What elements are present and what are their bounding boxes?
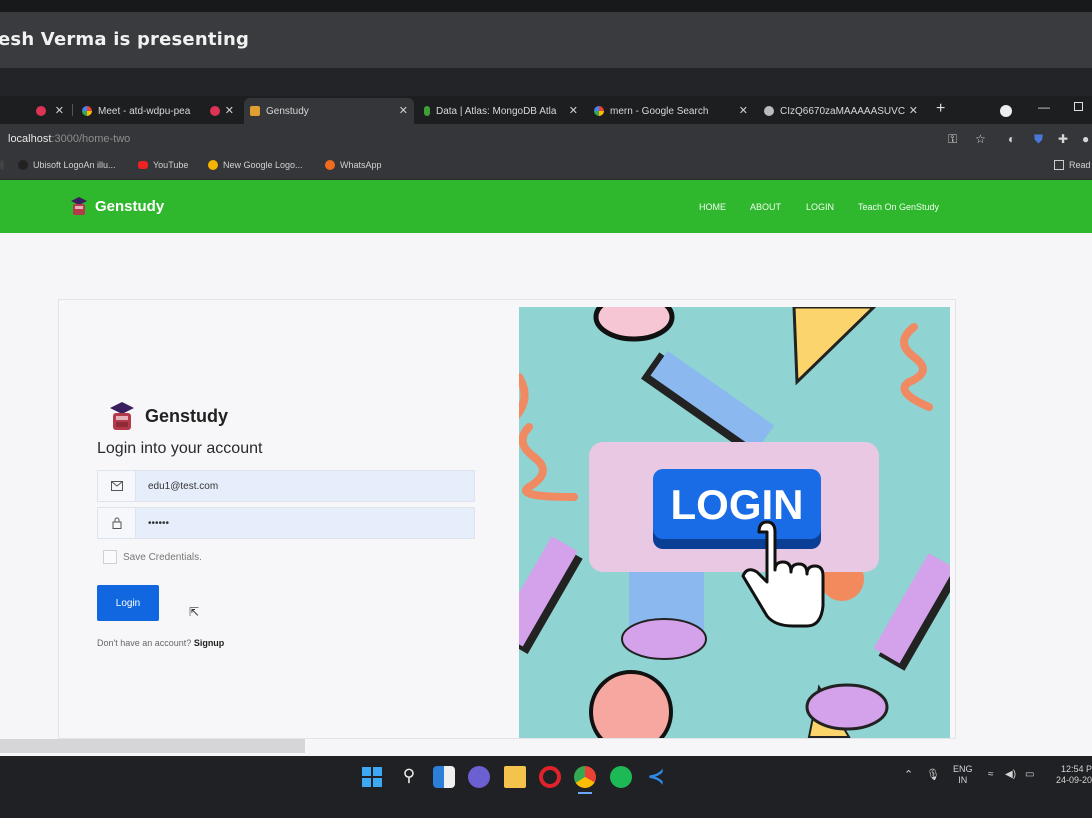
active-app-indicator bbox=[578, 792, 592, 794]
site-brand[interactable]: Genstudy bbox=[70, 196, 164, 216]
mail-icon bbox=[98, 471, 136, 501]
chrome-icon[interactable] bbox=[574, 766, 596, 788]
tab-favicon-icon bbox=[210, 106, 220, 116]
genstudy-logo-icon bbox=[71, 197, 87, 215]
save-credentials-checkbox[interactable] bbox=[103, 550, 117, 564]
volume-icon[interactable]: ◀) bbox=[1005, 769, 1016, 780]
reading-list-icon bbox=[1054, 160, 1064, 170]
nav-login[interactable]: LOGIN bbox=[806, 202, 834, 212]
youtube-icon bbox=[138, 161, 148, 169]
tab-image[interactable]: CIzQ6670zaMAAAAASUVC ✕ bbox=[758, 98, 924, 124]
close-tab-icon[interactable]: ✕ bbox=[55, 104, 64, 117]
tab-label: CIzQ6670zaMAAAAASUVC bbox=[780, 105, 906, 117]
password-field-group bbox=[97, 507, 475, 539]
address-bar: localhost:3000/home-two ⚿ ☆ ◐ ⛊ ✚ ● bbox=[0, 124, 1092, 154]
meet-banner: esh Verma is presenting bbox=[0, 0, 1092, 96]
email-field-group bbox=[97, 470, 475, 502]
file-explorer-icon[interactable] bbox=[504, 766, 526, 788]
bookmark-google-logo[interactable]: New Google Logo... bbox=[208, 160, 303, 170]
genstudy-page: Genstudy HOME ABOUT LOGIN Teach On GenSt… bbox=[0, 180, 1092, 756]
form-brand-text: Genstudy bbox=[145, 405, 229, 426]
signup-link[interactable]: Signup bbox=[194, 638, 225, 648]
tab-label: mern - Google Search bbox=[610, 105, 709, 117]
tab-mongodb[interactable]: Data | Atlas: MongoDB Atla ✕ bbox=[418, 98, 584, 124]
genstudy-logo-icon bbox=[110, 402, 134, 430]
spotify-icon[interactable] bbox=[610, 766, 632, 788]
login-button[interactable]: Login bbox=[97, 585, 159, 621]
tab-1[interactable]: ✕ bbox=[30, 98, 70, 124]
close-tab-icon[interactable]: ✕ bbox=[739, 104, 748, 117]
genstudy-favicon-icon bbox=[250, 106, 260, 116]
puzzle-icon[interactable]: ✚ bbox=[1058, 132, 1068, 146]
windows-start-icon[interactable] bbox=[361, 766, 383, 788]
bookmark-youtube[interactable]: YouTube bbox=[138, 160, 188, 170]
login-card: Genstudy Login into your account Save Cr… bbox=[58, 299, 956, 739]
google-logo-icon bbox=[208, 160, 218, 170]
menu-icon[interactable]: ● bbox=[1082, 132, 1089, 146]
tab-meet[interactable]: Meet - atd-wdpu-pea bbox=[76, 98, 204, 124]
shield-icon[interactable]: ⛊ bbox=[1034, 132, 1043, 147]
site-brand-text: Genstudy bbox=[95, 197, 165, 215]
opera-icon[interactable] bbox=[539, 766, 561, 788]
tab-favicon-icon bbox=[36, 106, 46, 116]
hero-login-text: LOGIN bbox=[671, 481, 804, 528]
email-input[interactable] bbox=[136, 480, 436, 492]
chat-icon[interactable] bbox=[468, 766, 490, 788]
globe-favicon-icon bbox=[764, 106, 774, 116]
whatsapp-icon bbox=[325, 160, 335, 170]
windows-taskbar: ⚲ ≺ ⌃ 🎙 ENG IN ≈ ◀) ▭ 12:54 P 24-09-20 bbox=[0, 756, 1092, 818]
tab-google-search[interactable]: mern - Google Search ✕ bbox=[588, 98, 754, 124]
close-tab-icon[interactable]: ✕ bbox=[909, 104, 918, 117]
microphone-icon[interactable]: 🎙 bbox=[926, 768, 940, 781]
bookmark-whatsapp[interactable]: WhatsApp bbox=[325, 160, 382, 170]
profile-icon[interactable] bbox=[1000, 105, 1012, 117]
chevron-up-icon[interactable]: ⌃ bbox=[904, 768, 913, 781]
login-heading: Login into your account bbox=[97, 440, 263, 457]
vscode-icon[interactable]: ≺ bbox=[645, 766, 667, 788]
close-tab-icon[interactable]: ✕ bbox=[225, 104, 234, 117]
search-icon[interactable]: ⚲ bbox=[398, 766, 420, 788]
site-navbar: Genstudy HOME ABOUT LOGIN Teach On GenSt… bbox=[0, 180, 1092, 233]
horizontal-scrollbar[interactable] bbox=[0, 739, 305, 753]
nav-about[interactable]: ABOUT bbox=[750, 202, 781, 212]
login-illustration: LOGIN bbox=[519, 307, 950, 738]
password-input[interactable] bbox=[136, 517, 436, 529]
lock-icon bbox=[98, 508, 136, 538]
bookmarks-bar: Ubisoft LogoAn illu... YouTube New Googl… bbox=[0, 154, 1092, 180]
signup-prompt: Don't have an account? Signup bbox=[97, 638, 225, 648]
key-icon[interactable]: ⚿ bbox=[948, 132, 957, 147]
language-indicator[interactable]: ENG IN bbox=[953, 764, 973, 786]
new-tab-button[interactable]: + bbox=[936, 100, 945, 118]
browser-tab-strip: ✕ Meet - atd-wdpu-pea ✕ Genstudy ✕ Data … bbox=[0, 96, 1092, 124]
tab-label: Genstudy bbox=[266, 105, 309, 117]
reading-list[interactable]: Read bbox=[1054, 160, 1091, 170]
maximize-icon[interactable] bbox=[1074, 102, 1083, 111]
mongodb-favicon-icon bbox=[424, 106, 430, 116]
url-field[interactable]: localhost:3000/home-two bbox=[8, 133, 130, 145]
close-tab-icon[interactable]: ✕ bbox=[399, 104, 408, 117]
ubisoft-icon bbox=[18, 160, 28, 170]
nav-home[interactable]: HOME bbox=[699, 202, 726, 212]
star-icon[interactable]: ☆ bbox=[975, 132, 986, 146]
nav-teach[interactable]: Teach On GenStudy bbox=[858, 202, 939, 212]
tab-label: Data | Atlas: MongoDB Atla bbox=[436, 105, 557, 117]
task-view-icon[interactable] bbox=[433, 766, 455, 788]
bookmark-ubisoft[interactable]: Ubisoft LogoAn illu... bbox=[18, 160, 116, 170]
bookmark-partial[interactable] bbox=[0, 160, 9, 170]
close-tab-icon[interactable]: ✕ bbox=[569, 104, 578, 117]
wifi-icon[interactable]: ≈ bbox=[988, 769, 994, 780]
extension-circle-icon[interactable]: ◐ bbox=[1008, 132, 1015, 146]
form-brand: Genstudy bbox=[109, 400, 228, 432]
minimize-icon[interactable]: — bbox=[1038, 100, 1050, 114]
meet-favicon-icon bbox=[82, 106, 92, 116]
tab-genstudy[interactable]: Genstudy ✕ bbox=[244, 98, 414, 124]
clock[interactable]: 12:54 P 24-09-20 bbox=[1050, 764, 1092, 786]
google-favicon-icon bbox=[594, 106, 604, 116]
battery-icon[interactable]: ▭ bbox=[1025, 769, 1034, 780]
mouse-cursor-icon: ⇱ bbox=[189, 605, 200, 619]
save-credentials-label: Save Credentials. bbox=[123, 552, 202, 563]
tab-3[interactable]: ✕ bbox=[204, 98, 240, 124]
presenting-text: esh Verma is presenting bbox=[0, 29, 250, 50]
tab-label: Meet - atd-wdpu-pea bbox=[98, 105, 191, 117]
